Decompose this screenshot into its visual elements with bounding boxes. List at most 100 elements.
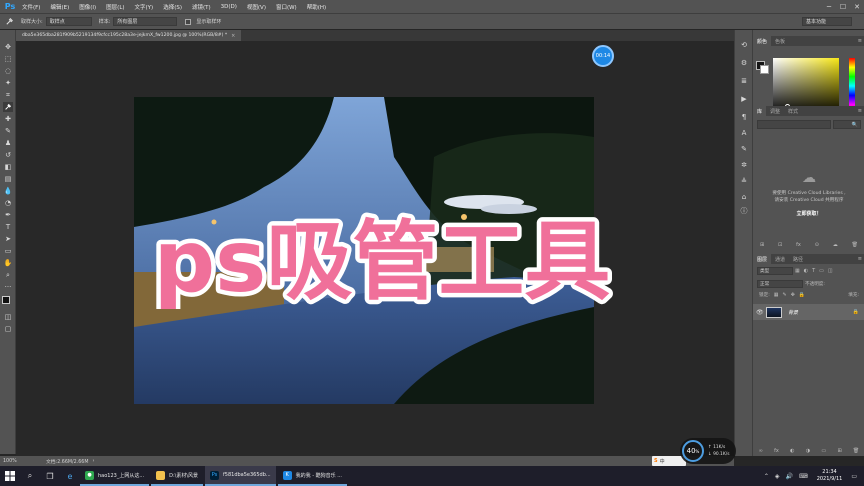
edit-toolbar-icon[interactable]: ···: [3, 282, 13, 292]
eraser-tool-icon[interactable]: ◧: [3, 162, 13, 172]
menu-window[interactable]: 窗口(W): [271, 3, 302, 11]
move-tool-icon[interactable]: ✥: [3, 42, 13, 52]
menu-file[interactable]: 文件(F): [17, 3, 45, 11]
blur-tool-icon[interactable]: 💧: [3, 186, 13, 196]
glyph-panel-icon[interactable]: ✲: [739, 160, 749, 170]
document-tab[interactable]: dba5e365dba281f909b5219134f9cfcc195c28a3…: [16, 30, 242, 41]
tab-color[interactable]: 颜色: [753, 36, 772, 46]
search-icon[interactable]: ⌕: [20, 466, 40, 486]
status-menu-arrow-icon[interactable]: ›: [92, 459, 94, 464]
zoom-tool-icon[interactable]: ⌕: [3, 270, 13, 280]
type-tool-icon[interactable]: T: [3, 222, 13, 232]
properties-panel-icon[interactable]: ⚙: [739, 58, 749, 68]
path-select-tool-icon[interactable]: ➤: [3, 234, 13, 244]
menu-layer[interactable]: 图层(L): [101, 3, 129, 11]
actions-panel-icon[interactable]: ▶: [739, 94, 749, 104]
library-search-icon[interactable]: 🔍: [833, 120, 861, 129]
info-panel-icon[interactable]: ⓘ: [739, 206, 749, 216]
menu-image[interactable]: 图像(I): [74, 3, 101, 11]
library-select[interactable]: [757, 120, 831, 129]
delete-layer-icon[interactable]: 🗑: [853, 448, 859, 454]
adjustments-panel-icon[interactable]: ≣: [739, 76, 749, 86]
tab-swatches[interactable]: 色板: [771, 38, 789, 45]
tray-network-icon[interactable]: ◈: [775, 473, 780, 480]
tray-volume-icon[interactable]: 🔊: [786, 473, 793, 480]
healing-brush-tool-icon[interactable]: ✚: [3, 114, 13, 124]
pen-tool-icon[interactable]: ✒: [3, 210, 13, 220]
tab-layers[interactable]: 图层: [753, 254, 772, 264]
layer-mask-icon[interactable]: ◐: [790, 448, 794, 454]
tray-chevron-up-icon[interactable]: ⌃: [764, 473, 769, 480]
menu-help[interactable]: 帮助(H): [302, 3, 331, 11]
blend-mode-select[interactable]: 正常: [757, 280, 803, 288]
lock-move-icon[interactable]: ✥: [791, 292, 795, 298]
taskbar-app-hao123[interactable]: ● hao123_上网从这...: [80, 466, 150, 486]
crop-tool-icon[interactable]: ⌗: [3, 90, 13, 100]
menu-select[interactable]: 选择(S): [158, 3, 187, 11]
history-brush-tool-icon[interactable]: ↺: [3, 150, 13, 160]
taskbar-app-photoshop[interactable]: Ps f581dba5e365db...: [205, 466, 276, 486]
edge-browser-icon[interactable]: e: [60, 466, 80, 486]
layers-panel-menu-icon[interactable]: ≡: [858, 256, 862, 262]
filter-type-icon[interactable]: T: [812, 268, 815, 274]
tab-channels[interactable]: 通道: [771, 256, 789, 263]
library-add-icon[interactable]: ⊞: [760, 242, 764, 248]
group-layers-icon[interactable]: ▭: [821, 448, 826, 454]
library-view-icon[interactable]: ⊡: [778, 242, 782, 248]
hand-tool-icon[interactable]: ✋: [3, 258, 13, 268]
link-layers-icon[interactable]: ∞: [759, 448, 763, 454]
brush-settings-panel-icon[interactable]: ✎: [739, 144, 749, 154]
paragraph-panel-icon[interactable]: ¶: [739, 112, 749, 122]
close-button[interactable]: ✕: [850, 0, 864, 13]
panel-background-swatch[interactable]: [760, 65, 769, 74]
menu-3d[interactable]: 3D(D): [216, 4, 242, 10]
eyedropper-tool-icon[interactable]: [3, 102, 13, 112]
magic-wand-tool-icon[interactable]: ✦: [3, 78, 13, 88]
tab-adjustments[interactable]: 调整: [766, 108, 784, 115]
minimize-button[interactable]: ─: [822, 0, 836, 13]
sample-size-select[interactable]: 取样点: [45, 17, 92, 26]
layer-name[interactable]: 背景: [788, 309, 798, 316]
task-view-icon[interactable]: ❐: [40, 466, 60, 486]
workspace-select[interactable]: 基本功能: [802, 17, 852, 26]
character-panel-icon[interactable]: A: [739, 128, 749, 138]
gradient-tool-icon[interactable]: ▤: [3, 174, 13, 184]
dodge-tool-icon[interactable]: ◔: [3, 198, 13, 208]
filter-smart-icon[interactable]: ◫: [828, 268, 833, 274]
library-fx-icon[interactable]: fx: [796, 242, 801, 248]
layer-kind-filter[interactable]: 类型: [757, 267, 793, 275]
rectangle-tool-icon[interactable]: ▭: [3, 246, 13, 256]
new-layer-icon[interactable]: ⊞: [837, 448, 841, 454]
quick-mask-icon[interactable]: ◫: [3, 312, 13, 322]
tab-paths[interactable]: 路径: [789, 256, 807, 263]
eyedropper-preset-icon[interactable]: [0, 17, 18, 26]
zoom-level-field[interactable]: 100%: [0, 459, 24, 464]
timeline-panel-icon[interactable]: ≗: [739, 176, 749, 186]
library-circle-icon[interactable]: ⊙: [815, 242, 819, 248]
filter-adjust-icon[interactable]: ◐: [804, 268, 808, 274]
canvas-area[interactable]: 00:14 ps吸管工具: [16, 41, 734, 456]
windows-start-icon[interactable]: [0, 466, 20, 486]
tab-styles[interactable]: 样式: [784, 108, 802, 115]
layer-visibility-eye-icon[interactable]: 👁: [756, 309, 766, 316]
get-it-now-link[interactable]: 立即获取！: [759, 210, 859, 217]
maximize-button[interactable]: ☐: [836, 0, 850, 13]
tray-keyboard-icon[interactable]: ⌨: [799, 473, 808, 480]
filter-shape-icon[interactable]: ▭: [819, 268, 824, 274]
lock-pixels-icon[interactable]: ▦: [774, 292, 779, 298]
network-speed-widget[interactable]: 40% ↑ 11K/s ↓ 90.1K/s: [680, 438, 736, 464]
taskbar-app-kugou[interactable]: K 我的我 - 酷狗音乐 ...: [277, 466, 347, 486]
tool-presets-panel-icon[interactable]: ⌂: [739, 192, 749, 202]
sample-select[interactable]: 所有图层: [113, 17, 178, 26]
brush-tool-icon[interactable]: ✎: [3, 126, 13, 136]
library-cloud-icon[interactable]: ☁: [833, 242, 838, 248]
menu-type[interactable]: 文字(Y): [130, 3, 159, 11]
layer-row-background[interactable]: 👁 背景 🔒: [753, 304, 864, 320]
filter-pixel-icon[interactable]: ▦: [795, 268, 800, 274]
system-clock[interactable]: 21:34 2021/9/11: [817, 469, 843, 483]
show-ring-checkbox[interactable]: [185, 18, 192, 25]
color-panel-menu-icon[interactable]: ≡: [858, 38, 862, 44]
history-panel-icon[interactable]: ⟲: [739, 40, 749, 50]
notification-center-icon[interactable]: ▭: [851, 473, 857, 480]
menu-view[interactable]: 视图(V): [242, 3, 271, 11]
